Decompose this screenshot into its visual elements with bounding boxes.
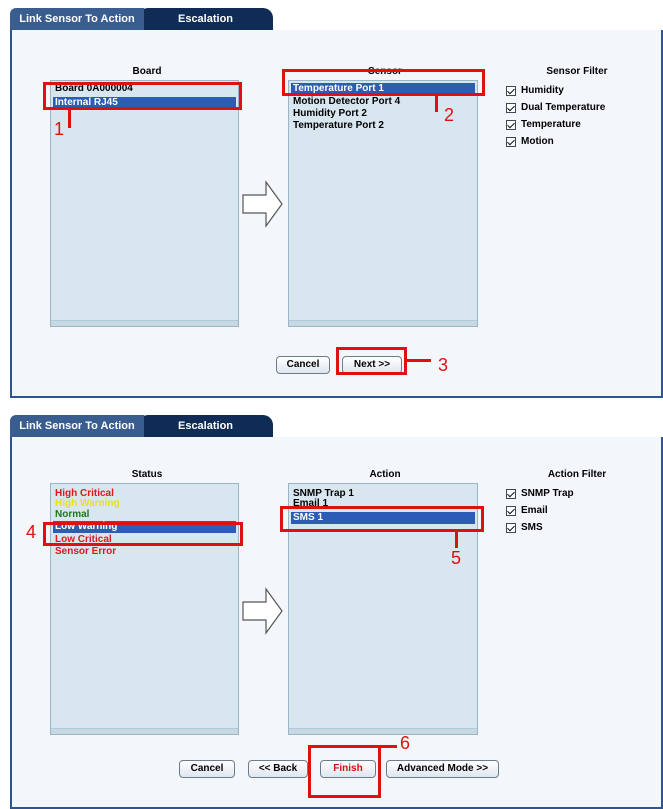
tab-escalation[interactable]: Escalation [138, 8, 273, 30]
action-header: Action [369, 469, 401, 480]
tab-escalation[interactable]: Escalation [138, 415, 273, 437]
scrollbar[interactable] [51, 728, 238, 734]
tab-link-sensor-to-action[interactable]: Link Sensor To Action [10, 415, 144, 437]
sensor-filter: Humidity Dual Temperature Temperature Mo… [506, 82, 605, 150]
advanced-mode-button[interactable]: Advanced Mode >> [386, 760, 499, 778]
scrollbar[interactable] [289, 728, 477, 734]
checkbox-checked[interactable] [506, 119, 516, 130]
filter-label: Motion [521, 136, 554, 147]
step-marker-5: 5 [451, 548, 462, 568]
checkbox-checked[interactable] [506, 85, 516, 96]
scrollbar[interactable] [51, 320, 238, 326]
tab-bar: Escalation Link Sensor To Action [10, 8, 663, 30]
highlight-box [43, 522, 243, 546]
filter-option[interactable]: Temperature [506, 116, 605, 133]
filter-label: Dual Temperature [521, 102, 606, 113]
filter-option[interactable]: SMS [506, 519, 574, 536]
highlight-box [280, 506, 484, 532]
tab-link-sensor-to-action[interactable]: Link Sensor To Action [10, 8, 144, 30]
board-list[interactable]: Board 0A000004 Internal RJ45 [50, 80, 239, 327]
callout-line [407, 359, 431, 362]
checkbox-checked[interactable] [506, 505, 516, 516]
action-filter-header: Action Filter [547, 469, 607, 480]
board-header: Board [132, 66, 162, 77]
list-item[interactable]: Sensor Error [53, 546, 236, 558]
filter-option[interactable]: Dual Temperature [506, 99, 605, 116]
escalation-panel: Escalation Link Sensor To Action Status … [10, 415, 663, 809]
list-item[interactable]: High Warning [53, 499, 236, 509]
filter-option[interactable]: SNMP Trap [506, 485, 574, 502]
status-list[interactable]: High Critical High Warning Normal Low Wa… [50, 483, 239, 735]
tab-bar: Escalation Link Sensor To Action [10, 415, 663, 437]
checkbox-checked[interactable] [506, 102, 516, 113]
highlight-box [282, 69, 485, 96]
scrollbar[interactable] [289, 320, 477, 326]
filter-label: SMS [521, 522, 543, 533]
cancel-button[interactable]: Cancel [276, 356, 330, 374]
callout-line [381, 745, 397, 748]
filter-option[interactable]: Motion [506, 133, 605, 150]
highlight-box [336, 347, 407, 375]
checkbox-checked[interactable] [506, 136, 516, 147]
highlight-box [308, 745, 381, 798]
status-header: Status [131, 469, 163, 480]
step-marker-6: 6 [400, 733, 411, 753]
filter-label: Temperature [521, 119, 581, 130]
callout-line [455, 532, 458, 548]
right-arrow-icon [242, 587, 283, 635]
action-filter: SNMP Trap Email SMS [506, 485, 574, 536]
checkbox-checked[interactable] [506, 488, 516, 499]
step-marker-2: 2 [444, 105, 455, 125]
cancel-button[interactable]: Cancel [179, 760, 235, 778]
link-sensor-panel: Escalation Link Sensor To Action Board B… [10, 8, 663, 398]
list-item[interactable]: Normal [53, 510, 236, 520]
callout-line [435, 96, 438, 112]
highlight-box [43, 82, 242, 110]
step-marker-1: 1 [54, 119, 65, 139]
sensor-filter-header: Sensor Filter [546, 66, 608, 77]
filter-label: SNMP Trap [521, 488, 574, 499]
callout-line [68, 110, 71, 128]
filter-label: Humidity [521, 85, 564, 96]
filter-option[interactable]: Humidity [506, 82, 605, 99]
filter-option[interactable]: Email [506, 502, 574, 519]
filter-label: Email [521, 505, 548, 516]
checkbox-checked[interactable] [506, 522, 516, 533]
step-marker-4: 4 [26, 522, 37, 542]
step-marker-3: 3 [438, 355, 449, 375]
right-arrow-icon [242, 180, 283, 228]
back-button[interactable]: << Back [248, 760, 308, 778]
